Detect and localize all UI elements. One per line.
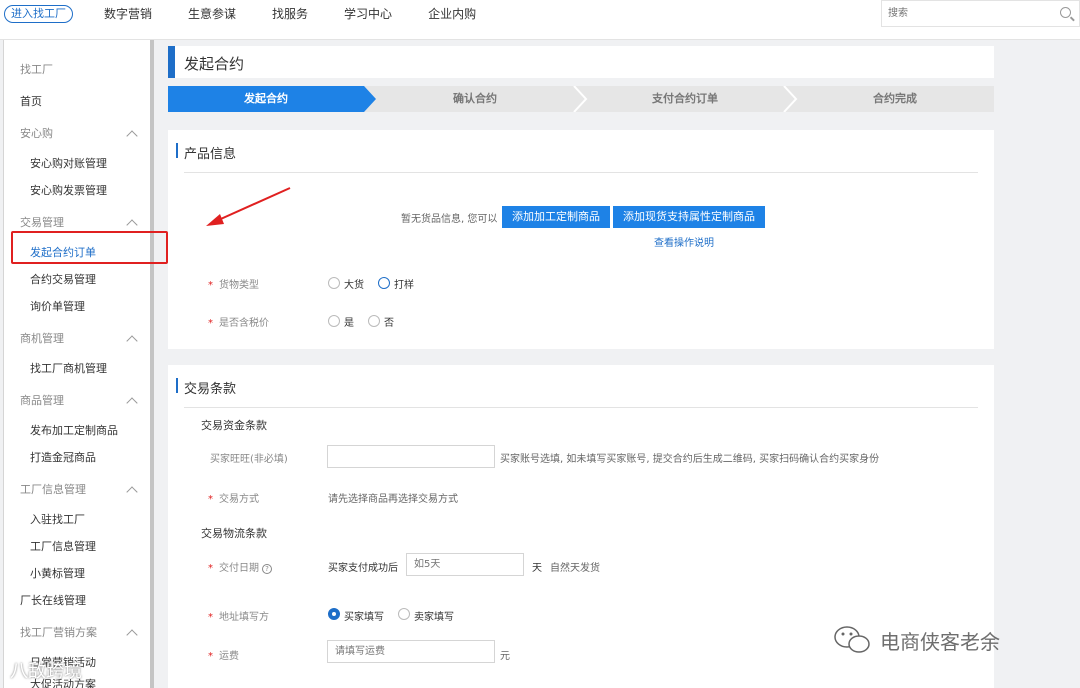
- radio-tax-no[interactable]: [368, 315, 380, 327]
- nav-enterprise-purchase[interactable]: 企业内购: [428, 6, 476, 22]
- top-nav: 数字营销 生意参谋 找服务 学习中心 企业内购: [104, 6, 512, 22]
- radio-bulk[interactable]: [328, 277, 340, 289]
- progress-steps: 发起合约 确认合约 支付合约订单 合约完成: [168, 86, 994, 112]
- sidebar-item-factory-online[interactable]: 厂长在线管理: [20, 594, 86, 608]
- page-title: 发起合约: [184, 55, 245, 73]
- address-filler-label: * 地址填写方: [208, 612, 269, 623]
- freight-label: * 运费: [208, 651, 239, 662]
- sidebar-scrollbar[interactable]: [150, 40, 154, 688]
- sidebar-item-factory-info[interactable]: 工厂信息管理: [30, 540, 96, 554]
- tax-label: * 是否含税价: [208, 318, 269, 329]
- empty-goods-hint: 暂无货品信息, 您可以: [401, 214, 498, 225]
- sidebar-item-opportunity[interactable]: 找工厂商机管理: [30, 362, 107, 376]
- radio-sample[interactable]: [378, 277, 390, 289]
- sidebar-group-trade[interactable]: 交易管理: [20, 216, 64, 230]
- freight-unit: 元: [500, 651, 510, 662]
- enter-factory-button[interactable]: 进入找工厂: [4, 5, 73, 23]
- buyer-wangwang-label: 买家旺旺(非必填): [210, 454, 288, 465]
- search-box: [881, 0, 1080, 27]
- sidebar-group-factory-info[interactable]: 工厂信息管理: [20, 483, 86, 497]
- radio-buyer-fill-label[interactable]: 买家填写: [344, 608, 384, 623]
- product-section-title: 产品信息: [175, 143, 236, 162]
- divider: [184, 172, 978, 173]
- goods-type-label: * 货物类型: [208, 280, 259, 291]
- buyer-wangwang-input[interactable]: [327, 445, 495, 468]
- sidebar-group-marketing[interactable]: 找工厂营销方案: [20, 626, 97, 640]
- annotation-highlight-box: [11, 231, 168, 264]
- sidebar-item-publish-custom[interactable]: 发布加工定制商品: [30, 424, 118, 438]
- radio-buyer-fill[interactable]: [328, 608, 340, 620]
- divider: [184, 407, 978, 408]
- title-accent: [168, 46, 175, 78]
- nav-digital-marketing[interactable]: 数字营销: [104, 6, 152, 22]
- sidebar-item-inquiry[interactable]: 询价单管理: [30, 300, 85, 314]
- trade-section-title: 交易条款: [175, 378, 236, 397]
- watermark-right: 电商侠客老余: [880, 630, 1000, 654]
- radio-seller-fill[interactable]: [398, 608, 410, 620]
- annotation-arrow-icon: [206, 187, 291, 226]
- watermark-left: 八敌跨境: [10, 661, 82, 682]
- step-confirm-contract: 确认合约: [453, 92, 497, 105]
- radio-bulk-label[interactable]: 大货: [344, 276, 364, 291]
- sidebar-group-opportunity[interactable]: 商机管理: [20, 332, 64, 346]
- add-custom-goods-button[interactable]: 添加加工定制商品: [502, 206, 610, 228]
- radio-seller-fill-label[interactable]: 卖家填写: [414, 608, 454, 623]
- step-pay-order: 支付合约订单: [652, 92, 718, 105]
- top-nav-bar: 进入找工厂 数字营销 生意参谋 找服务 学习中心 企业内购: [0, 0, 1080, 40]
- page-title-bar: 发起合约: [168, 46, 994, 78]
- sidebar-group-goods[interactable]: 商品管理: [20, 394, 64, 408]
- sidebar-item-reconciliation[interactable]: 安心购对账管理: [30, 157, 107, 171]
- delivery-prefix: 买家支付成功后: [328, 563, 398, 574]
- radio-tax-yes[interactable]: [328, 315, 340, 327]
- step-create-contract: 发起合约: [244, 92, 288, 105]
- radio-tax-no-label[interactable]: 否: [384, 314, 394, 329]
- freight-input[interactable]: [327, 640, 495, 663]
- sidebar-item-yellow-tag[interactable]: 小黄标管理: [30, 567, 85, 581]
- trade-method-label: * 交易方式: [208, 494, 259, 505]
- wechat-icon: [834, 626, 870, 653]
- radio-tax-yes-label[interactable]: 是: [344, 314, 354, 329]
- trade-method-hint: 请先选择商品再选择交易方式: [328, 494, 458, 505]
- search-icon[interactable]: [1060, 7, 1071, 18]
- sidebar-item-home[interactable]: 首页: [20, 95, 42, 109]
- nav-find-service[interactable]: 找服务: [272, 6, 308, 22]
- product-info-panel: 产品信息 暂无货品信息, 您可以 添加加工定制商品 添加现货支持属性定制商品 查…: [168, 130, 994, 349]
- buyer-hint: 买家账号选填, 如未填写买家账号, 提交合约后生成二维码, 买家扫码确认合约买家…: [500, 454, 880, 465]
- sidebar-item-contract-trade[interactable]: 合约交易管理: [30, 273, 96, 287]
- logistics-terms-heading: 交易物流条款: [201, 527, 267, 540]
- delivery-suffix: 自然天发货: [550, 563, 600, 574]
- delivery-days-input[interactable]: [406, 553, 524, 576]
- help-question-icon[interactable]: ?: [262, 564, 272, 574]
- sidebar-item-invoice[interactable]: 安心购发票管理: [30, 184, 107, 198]
- delivery-date-label: * 交付日期?: [208, 559, 272, 574]
- nav-learning-center[interactable]: 学习中心: [344, 6, 392, 22]
- add-stock-goods-button[interactable]: 添加现货支持属性定制商品: [613, 206, 765, 228]
- sidebar-item-join[interactable]: 入驻找工厂: [30, 513, 85, 527]
- fund-terms-heading: 交易资金条款: [201, 419, 267, 432]
- sidebar-group-anxingou[interactable]: 安心购: [20, 127, 53, 141]
- step-complete: 合约完成: [873, 92, 917, 105]
- search-input[interactable]: [882, 1, 1042, 26]
- nav-business-advisor[interactable]: 生意参谋: [188, 6, 236, 22]
- sidebar-item-golden[interactable]: 打造金冠商品: [30, 451, 96, 465]
- delivery-unit: 天: [532, 563, 542, 574]
- help-link[interactable]: 查看操作说明: [654, 234, 714, 249]
- sidebar-title: 找工厂: [20, 63, 53, 76]
- radio-sample-label[interactable]: 打样: [394, 276, 414, 291]
